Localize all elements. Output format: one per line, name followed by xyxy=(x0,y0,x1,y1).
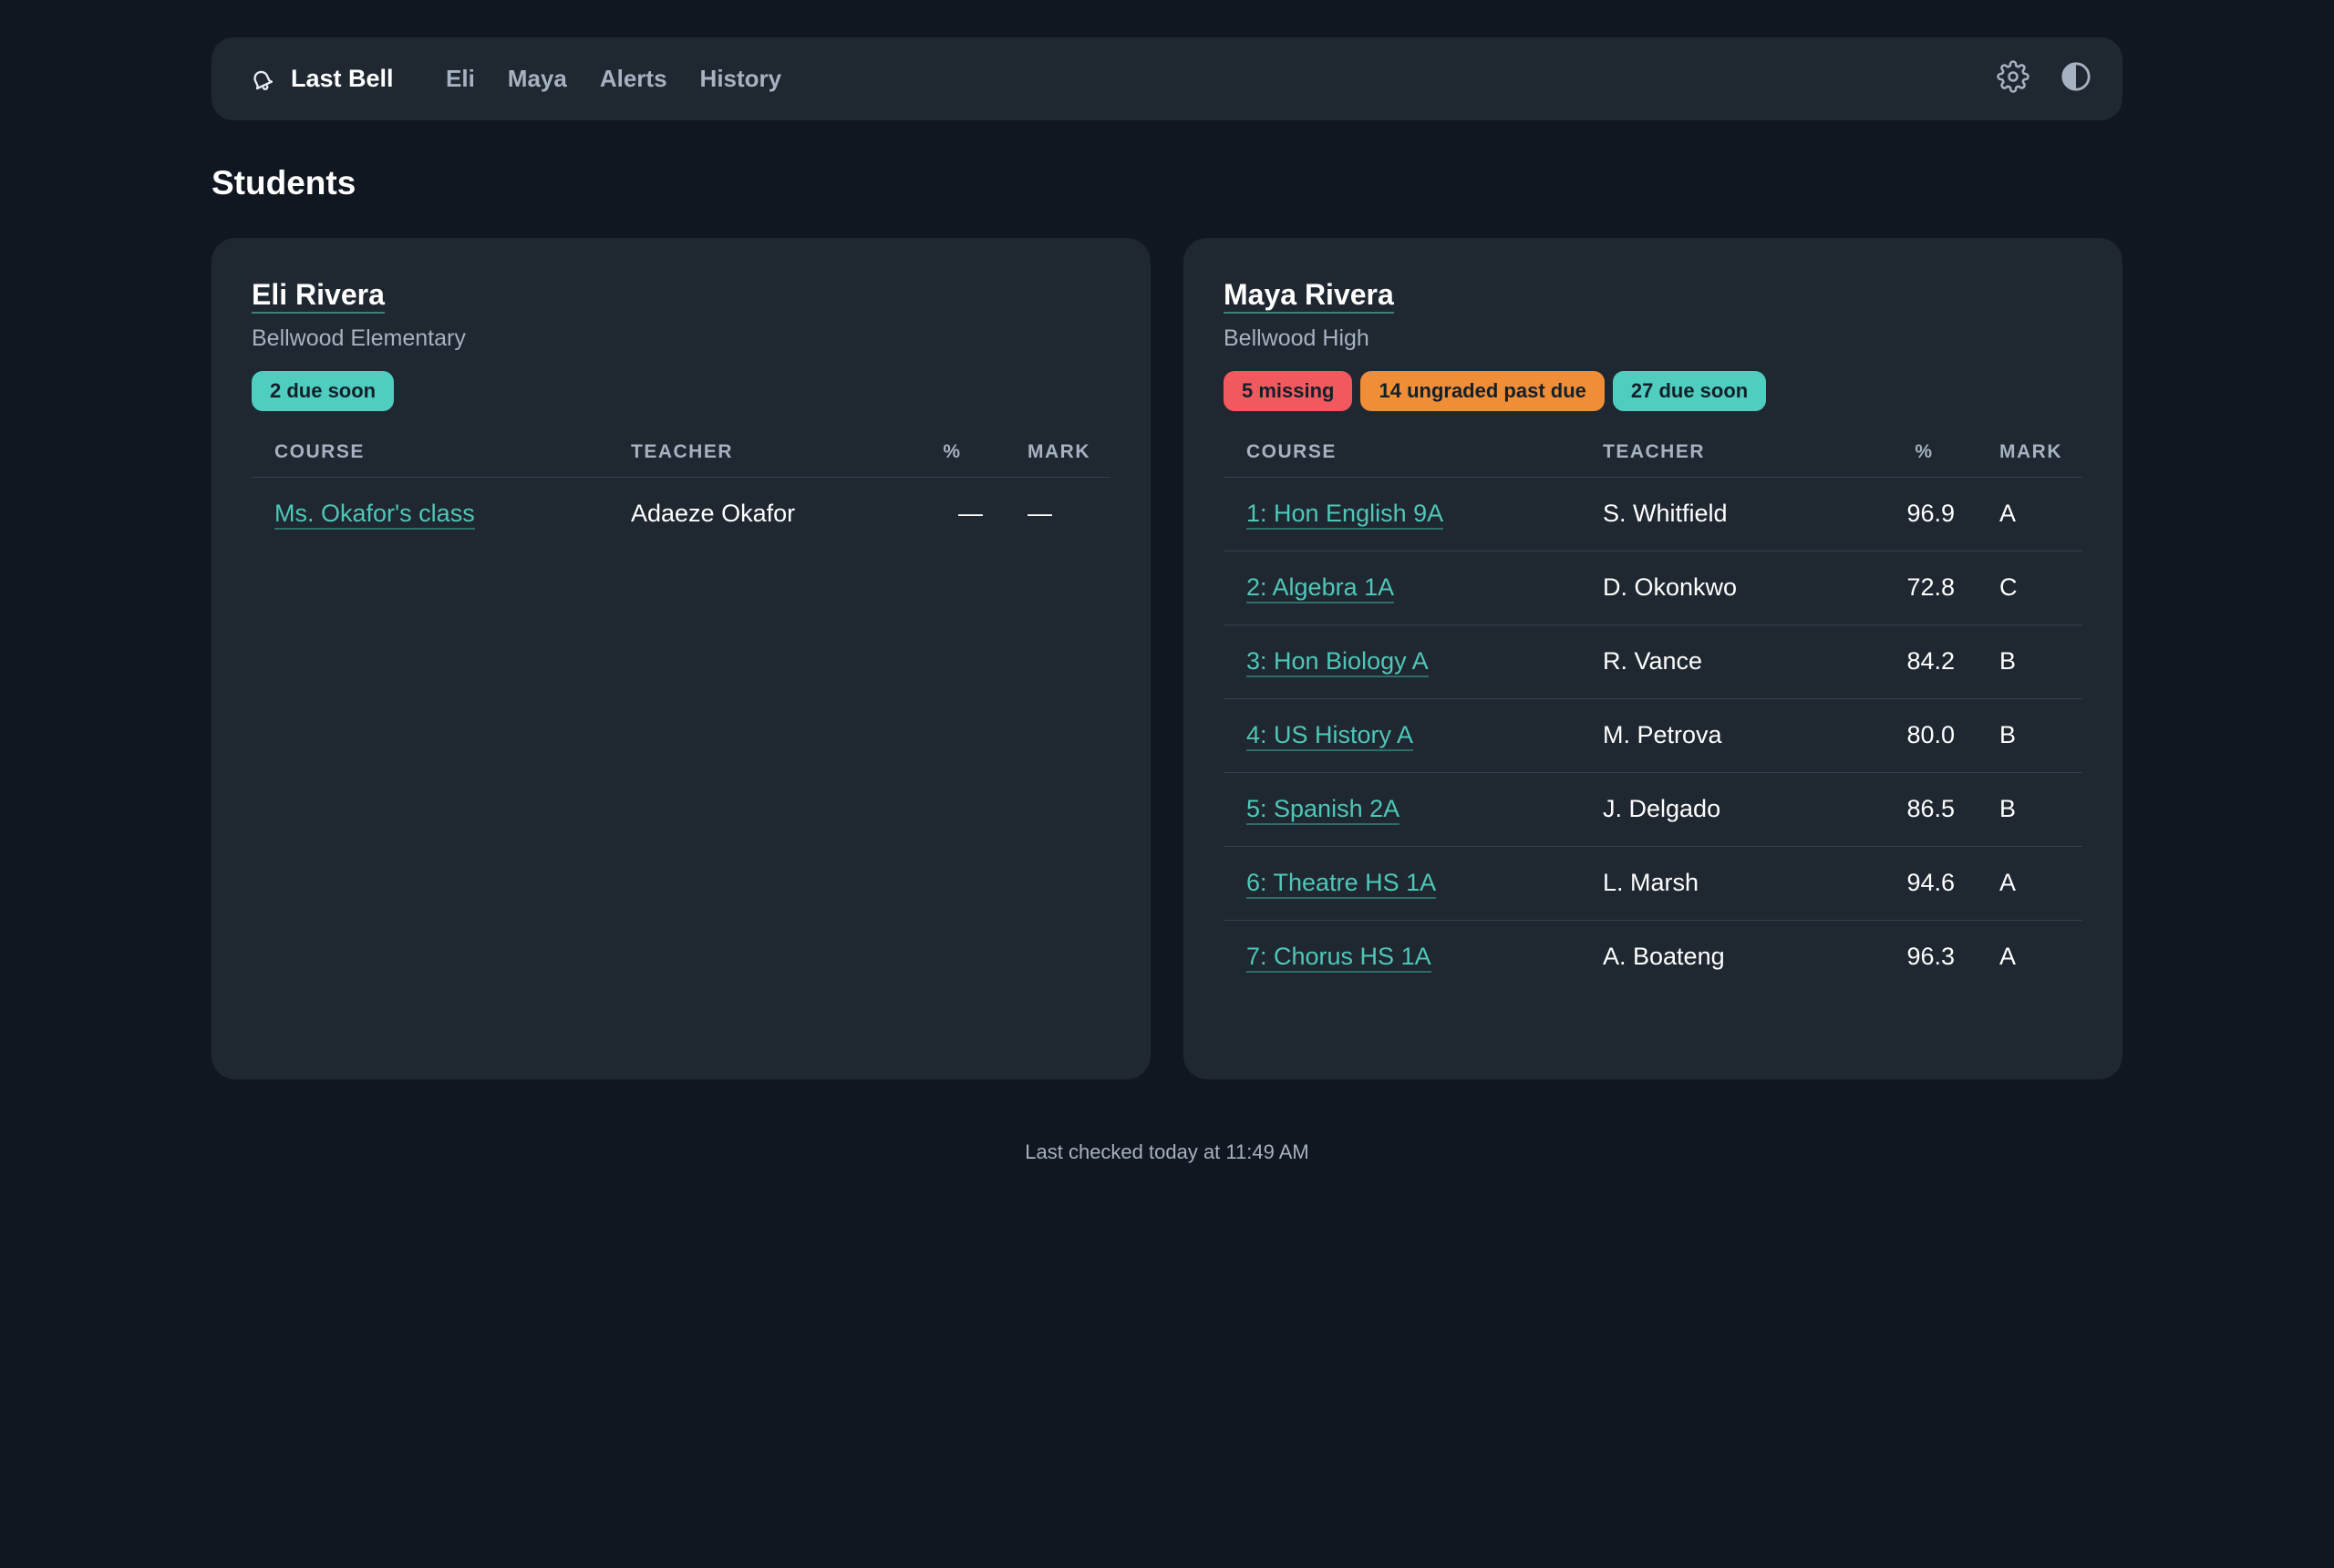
column-header-course: COURSE xyxy=(252,428,608,478)
course-link[interactable]: 5: Spanish 2A xyxy=(1246,795,1400,825)
ungraded-past-due-badge: 14 ungraded past due xyxy=(1360,371,1605,411)
gear-icon[interactable] xyxy=(1997,60,2029,98)
nav-actions xyxy=(1966,37,2091,120)
teacher-cell: L. Marsh xyxy=(1580,846,1872,921)
mark-cell: B xyxy=(1977,624,2082,699)
column-header-mark: MARK xyxy=(1977,428,2082,478)
mark-cell: A xyxy=(1977,477,2082,552)
badge-row: 5 missing 14 ungraded past due 27 due so… xyxy=(1224,371,2082,411)
mark-cell: — xyxy=(1028,500,1052,528)
teacher-cell: R. Vance xyxy=(1580,624,1872,699)
column-header-course: COURSE xyxy=(1224,428,1580,478)
student-card-maya: Maya Rivera Bellwood High 5 missing 14 u… xyxy=(1183,238,2122,1079)
brand[interactable]: Last Bell xyxy=(249,37,394,120)
mark-cell: A xyxy=(1977,846,2082,921)
student-name-link[interactable]: Maya Rivera xyxy=(1224,278,1394,314)
percent-cell: 96.3 xyxy=(1906,943,1955,971)
nav-links: Eli Maya Alerts History xyxy=(446,37,814,120)
student-card-eli: Eli Rivera Bellwood Elementary 2 due soo… xyxy=(212,238,1151,1079)
bell-icon xyxy=(249,67,274,92)
teacher-cell: A. Boateng xyxy=(1603,943,1725,971)
column-header-teacher: TEACHER xyxy=(608,428,900,478)
brand-name: Last Bell xyxy=(291,65,394,92)
course-link[interactable]: 3: Hon Biology A xyxy=(1246,647,1429,677)
table-row: Ms. Okafor's class Adaeze Okafor — — xyxy=(252,477,1110,551)
percent-cell: 96.9 xyxy=(1872,477,1977,552)
nav-link-history[interactable]: History xyxy=(700,65,782,93)
table-row: 3: Hon Biology A R. Vance 84.2 B xyxy=(1224,624,2082,699)
mark-cell: C xyxy=(1977,551,2082,625)
table-row: 1: Hon English 9A S. Whitfield 96.9 A xyxy=(1224,477,2082,552)
mark-cell: B xyxy=(1977,698,2082,773)
table-row: 2: Algebra 1A D. Okonkwo 72.8 C xyxy=(1224,551,2082,625)
teacher-cell: S. Whitfield xyxy=(1580,477,1872,552)
column-header-percent: % xyxy=(900,428,1005,478)
course-link[interactable]: 7: Chorus HS 1A xyxy=(1246,943,1431,974)
badge-row: 2 due soon xyxy=(252,371,1110,411)
table-row: 7: Chorus HS 1A A. Boateng 96.3 A xyxy=(1224,920,2082,994)
nav-link-maya[interactable]: Maya xyxy=(508,65,567,93)
due-soon-badge: 27 due soon xyxy=(1612,371,1767,411)
teacher-cell: M. Petrova xyxy=(1580,698,1872,773)
top-navbar: Last Bell Eli Maya Alerts History xyxy=(212,37,2122,120)
missing-badge: 5 missing xyxy=(1224,371,1353,411)
teacher-cell: J. Delgado xyxy=(1580,772,1872,847)
mark-cell: A xyxy=(1999,943,2017,971)
last-checked-status: Last checked today at 11:49 AM xyxy=(1025,1140,1309,1163)
column-header-mark: MARK xyxy=(1005,428,1110,478)
percent-cell: 94.6 xyxy=(1872,846,1977,921)
column-header-teacher: TEACHER xyxy=(1580,428,1872,478)
percent-cell: 84.2 xyxy=(1872,624,1977,699)
school-name: Bellwood Elementary xyxy=(252,325,466,351)
percent-cell: 80.0 xyxy=(1872,698,1977,773)
courses-table: COURSE TEACHER % MARK 1: Hon English 9A … xyxy=(1224,428,2082,994)
teacher-cell: D. Okonkwo xyxy=(1580,551,1872,625)
table-header-row: COURSE TEACHER % MARK xyxy=(1224,428,2082,478)
nav-link-alerts[interactable]: Alerts xyxy=(600,65,667,93)
table-row: 4: US History A M. Petrova 80.0 B xyxy=(1224,698,2082,773)
nav-link-eli[interactable]: Eli xyxy=(446,65,475,93)
column-header-percent: % xyxy=(1872,428,1977,478)
percent-cell: 72.8 xyxy=(1872,551,1977,625)
table-row: 5: Spanish 2A J. Delgado 86.5 B xyxy=(1224,772,2082,847)
table-row: 6: Theatre HS 1A L. Marsh 94.6 A xyxy=(1224,846,2082,921)
school-name: Bellwood High xyxy=(1224,325,1369,351)
page-title: Students xyxy=(212,164,356,201)
teacher-cell: Adaeze Okafor xyxy=(631,500,796,528)
course-link[interactable]: 4: US History A xyxy=(1246,721,1414,751)
student-name-link[interactable]: Eli Rivera xyxy=(252,278,385,314)
table-header-row: COURSE TEACHER % MARK xyxy=(252,428,1110,478)
courses-table: COURSE TEACHER % MARK Ms. Okafor's class… xyxy=(252,428,1110,551)
course-link[interactable]: 2: Algebra 1A xyxy=(1246,573,1395,603)
percent-cell: — xyxy=(958,500,983,528)
course-link[interactable]: 1: Hon English 9A xyxy=(1246,500,1444,530)
contrast-icon[interactable] xyxy=(2060,61,2091,97)
due-soon-badge: 2 due soon xyxy=(252,371,395,411)
course-link[interactable]: Ms. Okafor's class xyxy=(274,500,475,531)
mark-cell: B xyxy=(1977,772,2082,847)
percent-cell: 86.5 xyxy=(1872,772,1977,847)
course-link[interactable]: 6: Theatre HS 1A xyxy=(1246,869,1437,899)
